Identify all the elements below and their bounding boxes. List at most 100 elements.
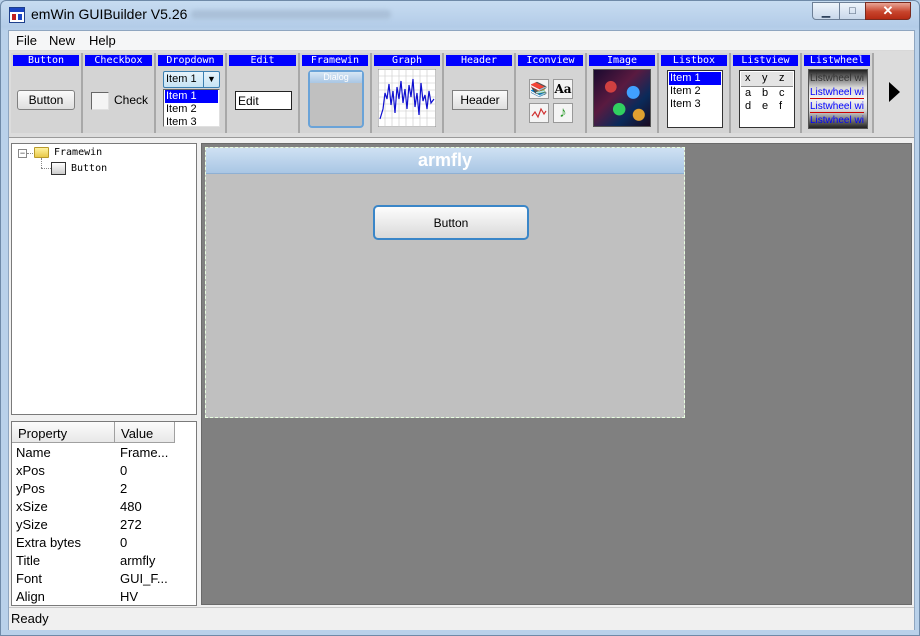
list-item: Item 1 bbox=[669, 72, 721, 85]
property-value[interactable]: HV bbox=[120, 589, 175, 604]
graph-preview-icon bbox=[378, 69, 436, 127]
font-icon: Aa bbox=[553, 79, 573, 99]
tool-label: Graph bbox=[374, 55, 440, 66]
listview-cell: f bbox=[779, 100, 783, 112]
tool-iconview[interactable]: Iconview 📚 Aa ♪ bbox=[516, 53, 587, 133]
menu-help[interactable]: Help bbox=[89, 33, 116, 48]
header-sample: Header bbox=[452, 90, 508, 110]
dropdown-field: Item 1 ▼ bbox=[163, 71, 220, 88]
close-button[interactable]: ✕ bbox=[865, 2, 911, 20]
sample-button: Button bbox=[17, 90, 75, 110]
table-row[interactable]: Font GUI_F... bbox=[12, 570, 196, 588]
property-grid: Property Value Name Frame... xPos 0 yPos 2 … bbox=[11, 421, 197, 606]
image-preview bbox=[593, 69, 651, 127]
dropdown-selected: Item 1 bbox=[166, 73, 197, 85]
listview-cell: e bbox=[762, 100, 769, 112]
tool-label: Framewin bbox=[302, 55, 368, 66]
maximize-button[interactable]: □ bbox=[839, 2, 866, 20]
table-row[interactable]: yPos 2 bbox=[12, 480, 196, 498]
listwheel-item: Listwheel wi bbox=[810, 101, 864, 113]
property-name: Extra bytes bbox=[16, 535, 82, 550]
property-value[interactable]: 272 bbox=[120, 517, 175, 532]
listview-cell: x bbox=[745, 72, 751, 84]
tool-listview[interactable]: Listview x y z a b c d e f bbox=[731, 53, 802, 133]
status-text: Ready bbox=[11, 611, 49, 626]
tool-checkbox[interactable]: Checkbox Check bbox=[83, 53, 156, 133]
collapse-icon[interactable]: − bbox=[18, 149, 27, 158]
title-blurred-text bbox=[191, 10, 391, 19]
table-row[interactable]: ySize 272 bbox=[12, 516, 196, 534]
tool-button[interactable]: Button Button bbox=[11, 53, 83, 133]
listview-cell: b bbox=[762, 87, 769, 99]
table-row[interactable]: xSize 480 bbox=[12, 498, 196, 516]
framewin-widget[interactable]: armfly Button bbox=[205, 147, 685, 418]
tool-header[interactable]: Header Header bbox=[444, 53, 516, 133]
menu-file[interactable]: File bbox=[16, 33, 37, 48]
listbox-preview: Item 1 Item 2 Item 3 bbox=[667, 70, 723, 128]
title-bar[interactable]: emWin GUIBuilder V5.26 ▁ □ ✕ bbox=[1, 1, 919, 29]
status-bar: Ready bbox=[9, 607, 914, 630]
table-row[interactable]: Title armfly bbox=[12, 552, 196, 570]
framewin-title: armfly bbox=[206, 148, 684, 174]
list-item: Item 2 bbox=[670, 85, 701, 97]
tree-item-button[interactable]: Button bbox=[71, 163, 107, 174]
tool-label: Iconview bbox=[518, 55, 583, 66]
tool-listwheel[interactable]: Listwheel Listwheel wi Listwheel wi List… bbox=[802, 53, 874, 133]
table-row[interactable]: xPos 0 bbox=[12, 462, 196, 480]
edit-text: Edit bbox=[238, 94, 259, 108]
property-value[interactable]: Frame... bbox=[120, 445, 175, 460]
property-value[interactable]: armfly bbox=[120, 553, 175, 568]
table-row[interactable]: Name Frame... bbox=[12, 444, 196, 462]
property-name: ySize bbox=[16, 517, 48, 532]
column-header-value[interactable]: Value bbox=[115, 422, 175, 443]
button-widget[interactable]: Button bbox=[373, 205, 529, 240]
table-row[interactable]: Align HV bbox=[12, 588, 196, 605]
minimize-icon: ▁ bbox=[821, 5, 831, 18]
tool-label: Listbox bbox=[661, 55, 727, 66]
tool-label: Listwheel bbox=[804, 55, 870, 66]
property-name: Name bbox=[16, 445, 51, 460]
list-item: Item 3 bbox=[670, 98, 701, 110]
app-icon bbox=[9, 7, 25, 23]
maximize-icon: □ bbox=[849, 5, 856, 17]
listview-preview: x y z a b c d e f bbox=[739, 70, 795, 128]
property-name: Align bbox=[16, 589, 45, 604]
tool-graph[interactable]: Graph bbox=[372, 53, 444, 133]
table-row[interactable]: Extra bytes 0 bbox=[12, 534, 196, 552]
list-item: Item 2 bbox=[166, 103, 197, 115]
column-header-property[interactable]: Property bbox=[12, 422, 115, 443]
tree-item-framewin[interactable]: Framewin bbox=[54, 147, 102, 158]
property-name: xSize bbox=[16, 499, 48, 514]
property-value[interactable]: 480 bbox=[120, 499, 175, 514]
checkbox-label: Check bbox=[114, 93, 149, 107]
tree-connector bbox=[41, 158, 42, 168]
list-item: Item 1 bbox=[165, 90, 218, 103]
listview-cell: a bbox=[745, 87, 752, 99]
toolbar-scroll-right-icon[interactable] bbox=[889, 82, 900, 102]
listview-cell: c bbox=[779, 87, 785, 99]
tool-framewin[interactable]: Framewin Dialog bbox=[300, 53, 372, 133]
property-value[interactable]: 2 bbox=[120, 481, 175, 496]
tool-listbox[interactable]: Listbox Item 1 Item 2 Item 3 bbox=[659, 53, 731, 133]
tool-dropdown[interactable]: Dropdown Item 1 ▼ Item 1 Item 2 Item 3 bbox=[156, 53, 227, 133]
minimize-button[interactable]: ▁ bbox=[812, 2, 840, 20]
property-value[interactable]: 0 bbox=[120, 535, 175, 550]
widget-icon bbox=[51, 162, 66, 175]
listwheel-item: Listwheel wi bbox=[810, 115, 864, 126]
tree-connector bbox=[27, 153, 33, 154]
tool-label: Image bbox=[589, 55, 655, 66]
menu-new[interactable]: New bbox=[49, 33, 75, 48]
tool-image[interactable]: Image bbox=[587, 53, 659, 133]
list-item: Item 3 bbox=[166, 116, 197, 127]
checkbox-box bbox=[91, 92, 109, 110]
tool-edit[interactable]: Edit Edit bbox=[227, 53, 300, 133]
listview-cell: y bbox=[762, 72, 768, 84]
widget-tree: − Framewin Button bbox=[11, 143, 197, 415]
chevron-down-icon: ▼ bbox=[203, 72, 219, 87]
window-title: emWin GUIBuilder V5.26 bbox=[31, 6, 188, 22]
tree-connector bbox=[41, 168, 51, 169]
property-value[interactable]: 0 bbox=[120, 463, 175, 478]
tool-label: Dropdown bbox=[158, 55, 223, 66]
property-value[interactable]: GUI_F... bbox=[120, 571, 175, 586]
tool-label: Button bbox=[13, 55, 79, 66]
